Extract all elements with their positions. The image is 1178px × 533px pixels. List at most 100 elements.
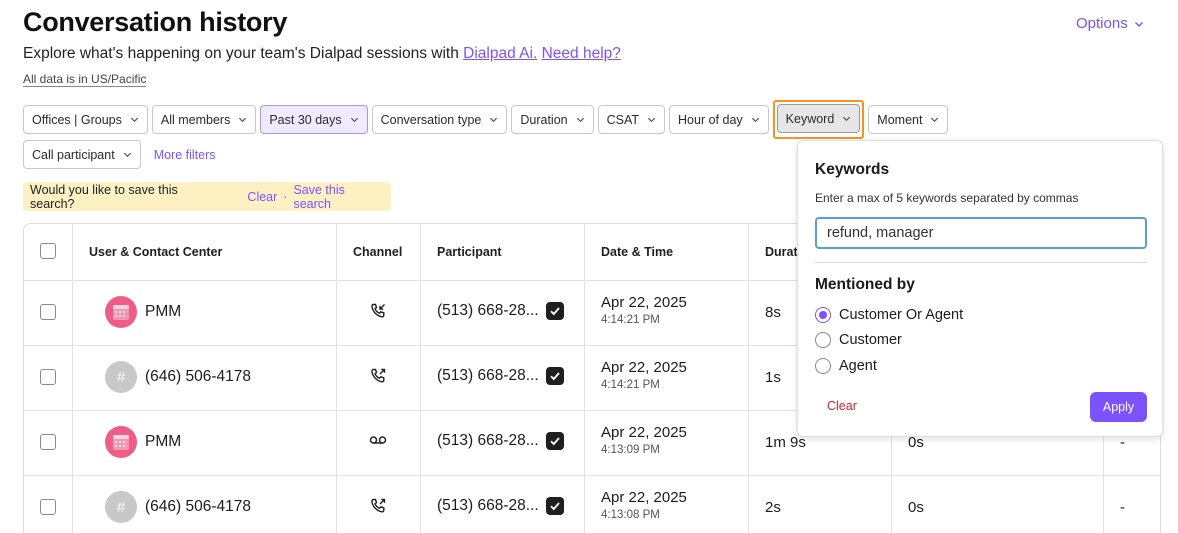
participant-number[interactable]: (513) 668-28... <box>437 367 539 385</box>
more-filters-link[interactable]: More filters <box>154 148 216 162</box>
incoming-call-icon <box>371 303 385 318</box>
clear-keywords-button[interactable]: Clear <box>827 399 857 413</box>
filter-label: Hour of day <box>678 112 743 127</box>
call-date: Apr 22, 2025 <box>601 294 687 311</box>
keyword-filter-popover: Keywords Enter a max of 5 keywords separ… <box>797 140 1163 437</box>
radio-label: Agent <box>839 358 877 374</box>
apply-keywords-button[interactable]: Apply <box>1090 392 1147 422</box>
clear-search-link[interactable]: Clear <box>247 190 277 204</box>
filter-label: Moment <box>877 112 923 127</box>
empty-value: - <box>1120 499 1125 516</box>
radio-unselected-icon <box>815 358 831 374</box>
divider <box>815 262 1147 263</box>
row-checkbox[interactable] <box>40 304 56 320</box>
user-name[interactable]: PMM <box>145 433 181 451</box>
conversation-history-page: Conversation history Options Explore wha… <box>0 0 1178 533</box>
chevron-down-icon <box>931 117 939 123</box>
keyword-filter-highlight: Keyword <box>772 100 865 139</box>
options-menu-button[interactable]: Options <box>1076 15 1144 32</box>
radio-customer[interactable]: Customer <box>815 332 902 348</box>
call-duration: 8s <box>765 304 781 321</box>
all-members-filter[interactable]: All members <box>151 105 257 134</box>
chevron-down-icon <box>490 117 498 123</box>
keywords-help-text: Enter a max of 5 keywords separated by c… <box>815 191 1079 205</box>
hash-avatar-icon: # <box>105 361 137 393</box>
need-help-link[interactable]: Need help? <box>542 45 621 62</box>
chevron-down-icon <box>130 117 138 123</box>
participant-number[interactable]: (513) 668-28... <box>437 497 539 515</box>
filter-bar: Offices | Groups All members Past 30 day… <box>23 100 949 139</box>
call-time: 4:13:09 PM <box>601 444 660 456</box>
call-time: 4:14:21 PM <box>601 314 660 326</box>
filter-label: Call participant <box>32 147 115 162</box>
column-header-user[interactable]: User & Contact Center <box>89 245 222 259</box>
calendar-avatar-icon <box>105 426 137 458</box>
keyword-filter[interactable]: Keyword <box>776 104 861 133</box>
call-date: Apr 22, 2025 <box>601 489 687 506</box>
filter-label: Offices | Groups <box>32 112 122 127</box>
column-header-datetime[interactable]: Date & Time <box>601 245 673 259</box>
row-checkbox[interactable] <box>40 499 56 515</box>
row-checkbox[interactable] <box>40 434 56 450</box>
hash-avatar-icon: # <box>105 491 137 523</box>
separator-dot: · <box>283 189 288 204</box>
user-name[interactable]: (646) 506-4178 <box>145 498 251 516</box>
column-header-duration[interactable]: Durat <box>765 245 798 259</box>
dialpad-ai-link[interactable]: Dialpad Ai. <box>463 45 537 62</box>
call-date: Apr 22, 2025 <box>601 424 687 441</box>
hold-duration: 0s <box>908 499 924 516</box>
duration-filter[interactable]: Duration <box>511 105 594 134</box>
radio-customer-or-agent[interactable]: Customer Or Agent <box>815 307 963 323</box>
user-name[interactable]: (646) 506-4178 <box>145 368 251 386</box>
participant-number[interactable]: (513) 668-28... <box>437 302 539 320</box>
call-duration: 1s <box>765 369 781 386</box>
filter-label: All members <box>160 112 231 127</box>
checkmark-badge-icon <box>545 497 564 515</box>
filter-bar-row-2: Call participant More filters <box>23 140 216 169</box>
keywords-title: Keywords <box>815 161 890 178</box>
subtitle-text: Explore what's happening on your team's … <box>23 45 459 62</box>
filter-label: Conversation type <box>380 112 482 127</box>
column-header-participant[interactable]: Participant <box>437 245 502 259</box>
outgoing-call-icon <box>371 368 386 383</box>
chevron-down-icon <box>350 117 358 123</box>
date-range-filter[interactable]: Past 30 days <box>260 105 368 134</box>
call-duration: 2s <box>765 499 781 516</box>
radio-unselected-icon <box>815 332 831 348</box>
filter-label: Duration <box>520 112 568 127</box>
radio-label: Customer <box>839 332 902 348</box>
user-name[interactable]: PMM <box>145 303 181 321</box>
call-time: 4:13:08 PM <box>601 509 660 521</box>
timezone-note[interactable]: All data is in US/Pacific <box>23 72 147 87</box>
participant-number[interactable]: (513) 668-28... <box>437 432 539 450</box>
chevron-down-icon <box>1134 21 1143 27</box>
conversation-type-filter[interactable]: Conversation type <box>371 105 508 134</box>
voicemail-icon <box>369 436 387 444</box>
options-label: Options <box>1076 15 1128 32</box>
checkmark-badge-icon <box>545 367 564 385</box>
offices-groups-filter[interactable]: Offices | Groups <box>23 105 148 134</box>
call-participant-filter[interactable]: Call participant <box>23 140 141 169</box>
keywords-input[interactable] <box>815 217 1147 249</box>
radio-agent[interactable]: Agent <box>815 358 877 374</box>
save-search-link[interactable]: Save this search <box>293 183 384 211</box>
column-header-channel[interactable]: Channel <box>353 245 402 259</box>
select-all-checkbox[interactable] <box>40 243 56 259</box>
row-checkbox[interactable] <box>40 369 56 385</box>
hour-of-day-filter[interactable]: Hour of day <box>669 105 769 134</box>
checkmark-badge-icon <box>545 302 564 320</box>
outgoing-call-icon <box>371 498 386 513</box>
chevron-down-icon <box>123 152 131 158</box>
moment-filter[interactable]: Moment <box>868 105 949 134</box>
mentioned-by-title: Mentioned by <box>815 276 915 293</box>
csat-filter[interactable]: CSAT <box>597 105 666 134</box>
checkmark-badge-icon <box>545 432 564 450</box>
chevron-down-icon <box>843 116 851 122</box>
call-date: Apr 22, 2025 <box>601 359 687 376</box>
radio-selected-icon <box>815 307 831 323</box>
page-title: Conversation history <box>23 7 288 37</box>
filter-label: CSAT <box>606 112 640 127</box>
page-subtitle: Explore what's happening on your team's … <box>23 45 621 63</box>
radio-label: Customer Or Agent <box>839 307 964 323</box>
call-time: 4:14:21 PM <box>601 379 660 391</box>
